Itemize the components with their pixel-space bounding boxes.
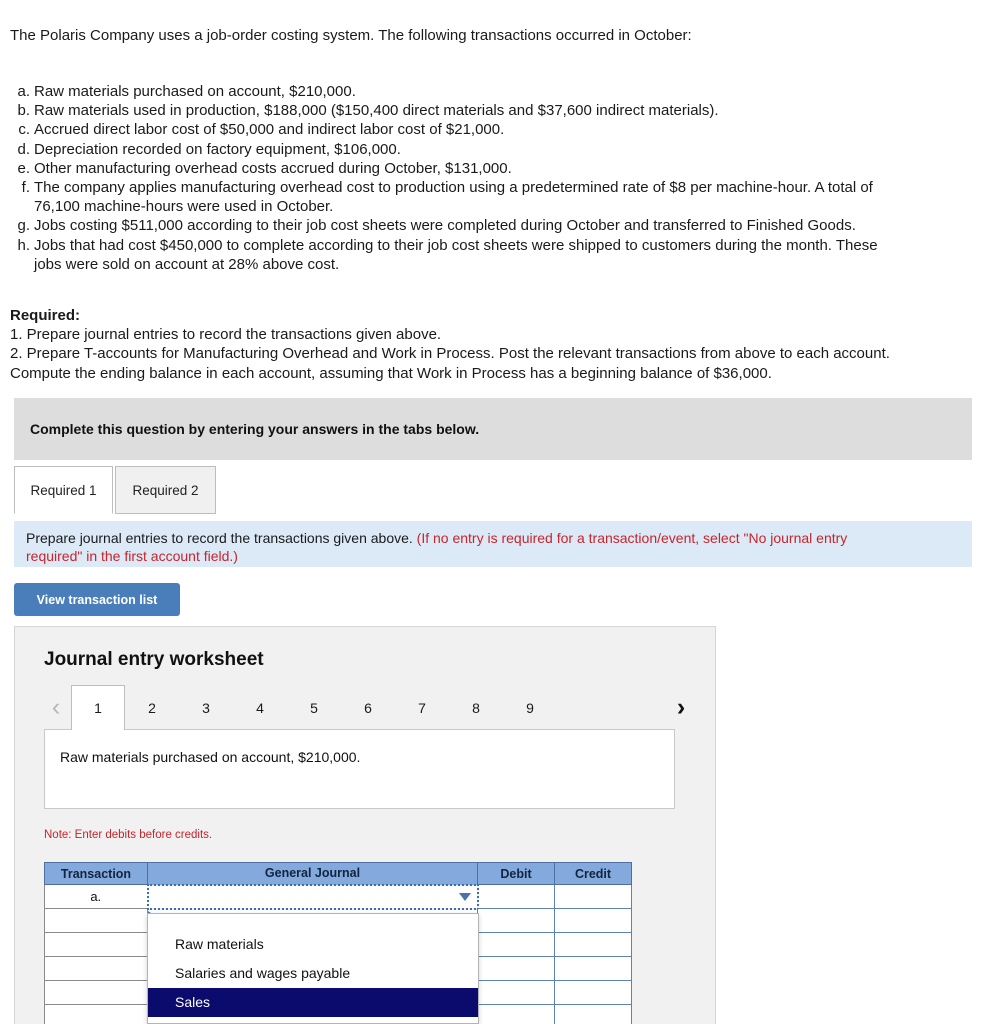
tab-required-1[interactable]: Required 1 bbox=[14, 466, 113, 514]
transaction-text-h: Jobs that had cost $450,000 to complete … bbox=[34, 236, 878, 254]
worksheet-page-8[interactable]: 8 bbox=[449, 685, 503, 730]
tab-required-2[interactable]: Required 2 bbox=[115, 466, 216, 514]
view-transaction-list-button[interactable]: View transaction list bbox=[14, 583, 180, 616]
column-header-general-journal: General Journal bbox=[147, 862, 478, 885]
chevron-down-icon[interactable] bbox=[458, 892, 471, 901]
cell-debit-2[interactable] bbox=[477, 908, 555, 933]
transaction-text-f-cont: 76,100 machine-hours were used in Octobe… bbox=[34, 198, 334, 216]
instruction-black-text: Prepare journal entries to record the tr… bbox=[26, 530, 413, 546]
table-row: a. bbox=[44, 883, 632, 910]
instruction-red-text-line2: required" in the first account field.) bbox=[26, 548, 238, 564]
problem-intro: The Polaris Company uses a job-order cos… bbox=[10, 27, 692, 44]
account-dropdown-menu[interactable]: Raw materials Salaries and wages payable… bbox=[147, 913, 479, 1024]
transaction-label-h: h. bbox=[17, 236, 30, 254]
complete-question-text: Complete this question by entering your … bbox=[30, 421, 480, 437]
transaction-item-b: b. Raw materials used in production, $188… bbox=[10, 101, 982, 120]
cell-credit-1[interactable] bbox=[554, 884, 632, 909]
cell-debit-5[interactable] bbox=[477, 980, 555, 1005]
transaction-label-e: e. bbox=[17, 159, 30, 177]
transaction-description-text: Raw materials purchased on account, $210… bbox=[60, 749, 361, 765]
worksheet-page-2[interactable]: 2 bbox=[125, 685, 179, 730]
cell-credit-6[interactable] bbox=[554, 1004, 632, 1024]
transaction-item-a: a. Raw materials purchased on account, $2… bbox=[10, 82, 982, 101]
requirement-tabs: Required 1 Required 2 bbox=[14, 466, 972, 514]
transaction-item-c: c. Accrued direct labor cost of $50,000 a… bbox=[10, 120, 982, 139]
column-header-credit: Credit bbox=[554, 862, 632, 885]
debits-before-credits-note: Note: Enter debits before credits. bbox=[44, 829, 213, 841]
column-header-transaction: Transaction bbox=[44, 862, 148, 885]
cell-debit-6[interactable] bbox=[477, 1004, 555, 1024]
worksheet-page-1[interactable]: 1 bbox=[71, 685, 125, 730]
column-header-debit: Debit bbox=[477, 862, 555, 885]
cell-credit-3[interactable] bbox=[554, 932, 632, 957]
dropdown-option-sales[interactable]: Sales bbox=[148, 988, 478, 1017]
dropdown-notch-icon bbox=[173, 914, 192, 923]
transaction-text-g: Jobs costing $511,000 according to their… bbox=[34, 217, 856, 235]
transaction-text-e: Other manufacturing overhead costs accru… bbox=[34, 159, 512, 177]
worksheet-page-3[interactable]: 3 bbox=[179, 685, 233, 730]
complete-question-banner: Complete this question by entering your … bbox=[14, 398, 972, 460]
cell-transaction-5[interactable] bbox=[44, 980, 148, 1005]
cell-account-select-1[interactable] bbox=[146, 883, 479, 910]
transaction-item-d: d. Depreciation recorded on factory equip… bbox=[10, 140, 982, 159]
required-block: Required: 1. Prepare journal entries to … bbox=[10, 306, 984, 383]
transaction-text-b: Raw materials used in production, $188,0… bbox=[34, 102, 719, 120]
worksheet-page-4[interactable]: 4 bbox=[233, 685, 287, 730]
dropdown-option-salaries-and-wages-payable[interactable]: Salaries and wages payable bbox=[148, 959, 478, 988]
required-line-1: 1. Prepare journal entries to record the… bbox=[10, 326, 442, 344]
transaction-label-g: g. bbox=[17, 217, 30, 235]
required-line-3: Compute the ending balance in each accou… bbox=[10, 364, 772, 382]
cell-transaction-6[interactable] bbox=[44, 1004, 148, 1024]
worksheet-page-7[interactable]: 7 bbox=[395, 685, 449, 730]
cell-credit-2[interactable] bbox=[554, 908, 632, 933]
worksheet-page-6[interactable]: 6 bbox=[341, 685, 395, 730]
transaction-label-b: b. bbox=[17, 102, 30, 120]
dropdown-option-raw-materials[interactable]: Raw materials bbox=[148, 930, 478, 959]
tab-required-1-label: Required 1 bbox=[30, 482, 97, 498]
transaction-label-c: c. bbox=[18, 121, 30, 139]
transaction-label-d: d. bbox=[17, 140, 30, 158]
cell-debit-3[interactable] bbox=[477, 932, 555, 957]
cell-transaction-3[interactable] bbox=[44, 932, 148, 957]
instruction-red-text: (If no entry is required for a transacti… bbox=[416, 530, 848, 546]
worksheet-page-5[interactable]: 5 bbox=[287, 685, 341, 730]
transaction-text-d: Depreciation recorded on factory equipme… bbox=[34, 140, 401, 158]
cell-credit-5[interactable] bbox=[554, 980, 632, 1005]
cell-transaction-1[interactable]: a. bbox=[44, 884, 148, 909]
transaction-text-h-cont: jobs were sold on account at 28% above c… bbox=[34, 255, 340, 273]
tab-required-2-label: Required 2 bbox=[132, 482, 199, 498]
cell-debit-4[interactable] bbox=[477, 956, 555, 981]
transaction-item-h: h. Jobs that had cost $450,000 to complet… bbox=[10, 236, 982, 274]
transaction-item-e: e. Other manufacturing overhead costs acc… bbox=[10, 159, 982, 178]
required-line-2: 2. Prepare T-accounts for Manufacturing … bbox=[10, 345, 890, 363]
journal-table-header-row: Transaction General Journal Debit Credit bbox=[44, 862, 632, 885]
transaction-text-c: Accrued direct labor cost of $50,000 and… bbox=[34, 121, 505, 139]
chevron-right-icon[interactable]: › bbox=[666, 690, 696, 724]
worksheet-page-9[interactable]: 9 bbox=[503, 685, 557, 730]
required-heading: Required: bbox=[10, 307, 81, 324]
transaction-label-a: a. bbox=[17, 83, 30, 100]
transaction-description-box: Raw materials purchased on account, $210… bbox=[44, 729, 675, 809]
transaction-label-f: f. bbox=[21, 179, 30, 197]
cell-debit-1[interactable] bbox=[477, 884, 555, 909]
transaction-list: a. Raw materials purchased on account, $2… bbox=[10, 82, 982, 274]
worksheet-title: Journal entry worksheet bbox=[44, 649, 264, 670]
transaction-item-f: f. The company applies manufacturing over… bbox=[10, 178, 982, 216]
transaction-item-g: g. Jobs costing $511,000 according to the… bbox=[10, 216, 982, 235]
cell-transaction-2[interactable] bbox=[44, 908, 148, 933]
question-page: The Polaris Company uses a job-order cos… bbox=[0, 0, 986, 1024]
instruction-banner: Prepare journal entries to record the tr… bbox=[14, 521, 972, 567]
worksheet-pager: ‹ 1 2 3 4 5 6 7 8 9 › bbox=[41, 685, 696, 730]
chevron-left-icon[interactable]: ‹ bbox=[41, 690, 71, 724]
cell-credit-4[interactable] bbox=[554, 956, 632, 981]
cell-transaction-4[interactable] bbox=[44, 956, 148, 981]
transaction-text-a: Raw materials purchased on account, $210… bbox=[34, 83, 356, 100]
transaction-text-f: The company applies manufacturing overhe… bbox=[34, 179, 873, 197]
